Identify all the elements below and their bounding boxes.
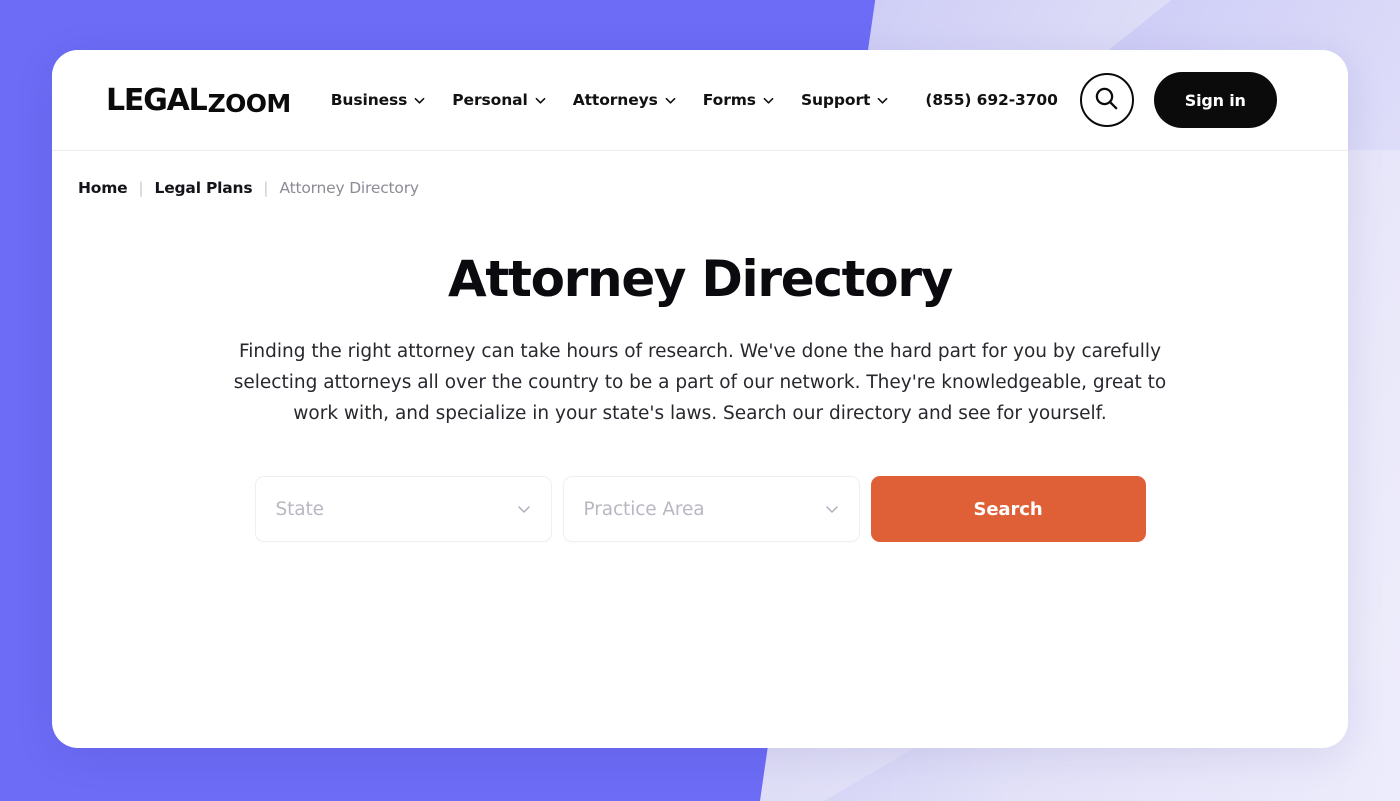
site-header: LEGAL ZOOM Business Personal Attorneys F…	[52, 50, 1348, 151]
page-title: Attorney Directory	[448, 250, 953, 308]
chevron-down-icon	[516, 501, 532, 517]
page-description: Finding the right attorney can take hour…	[233, 341, 1167, 424]
nav-item-attorneys[interactable]: Attorneys	[573, 91, 676, 109]
chevron-down-icon	[665, 95, 676, 106]
logo-text-zoom: ZOOM	[207, 88, 292, 118]
search-icon	[1093, 85, 1120, 116]
legalzoom-logo[interactable]: LEGAL ZOOM	[106, 83, 291, 118]
nav-item-label: Personal	[452, 91, 528, 109]
breadcrumb: Home | Legal Plans | Attorney Directory	[52, 151, 1348, 197]
chevron-down-icon	[877, 95, 888, 106]
sign-in-button[interactable]: Sign in	[1153, 72, 1277, 128]
chevron-down-icon	[414, 95, 425, 106]
practice-area-select[interactable]: Practice Area	[562, 476, 860, 542]
breadcrumb-separator: |	[263, 179, 269, 197]
breadcrumb-item-attorney-directory: Attorney Directory	[279, 179, 419, 197]
page-card: LEGAL ZOOM Business Personal Attorneys F…	[52, 50, 1348, 748]
attorney-search-form: State Practice Area Search	[52, 476, 1348, 542]
nav-item-support[interactable]: Support	[801, 91, 888, 109]
logo-text-legal: LEGAL	[106, 82, 208, 118]
chevron-down-icon	[763, 95, 774, 106]
nav-item-label: Business	[330, 91, 408, 109]
search-icon-button[interactable]	[1079, 73, 1134, 127]
state-select[interactable]: State	[254, 476, 552, 542]
breadcrumb-separator: |	[138, 179, 144, 197]
nav-item-forms[interactable]: Forms	[703, 91, 774, 109]
practice-area-select-placeholder: Practice Area	[583, 498, 705, 520]
chevron-down-icon	[824, 501, 840, 517]
state-select-placeholder: State	[275, 498, 325, 520]
chevron-down-icon	[535, 95, 546, 106]
main-navigation: Business Personal Attorneys Forms Suppor…	[331, 91, 889, 109]
nav-item-label: Support	[800, 91, 871, 109]
search-submit-button[interactable]: Search	[870, 476, 1146, 542]
nav-item-personal[interactable]: Personal	[452, 91, 546, 109]
breadcrumb-item-home[interactable]: Home	[78, 179, 128, 197]
nav-item-label: Forms	[702, 91, 756, 109]
nav-item-label: Attorneys	[572, 91, 658, 109]
hero-section: Attorney Directory Finding the right att…	[52, 197, 1348, 542]
breadcrumb-item-legal-plans[interactable]: Legal Plans	[155, 179, 253, 197]
nav-item-business[interactable]: Business	[331, 91, 426, 109]
phone-number[interactable]: (855) 692-3700	[925, 91, 1058, 109]
